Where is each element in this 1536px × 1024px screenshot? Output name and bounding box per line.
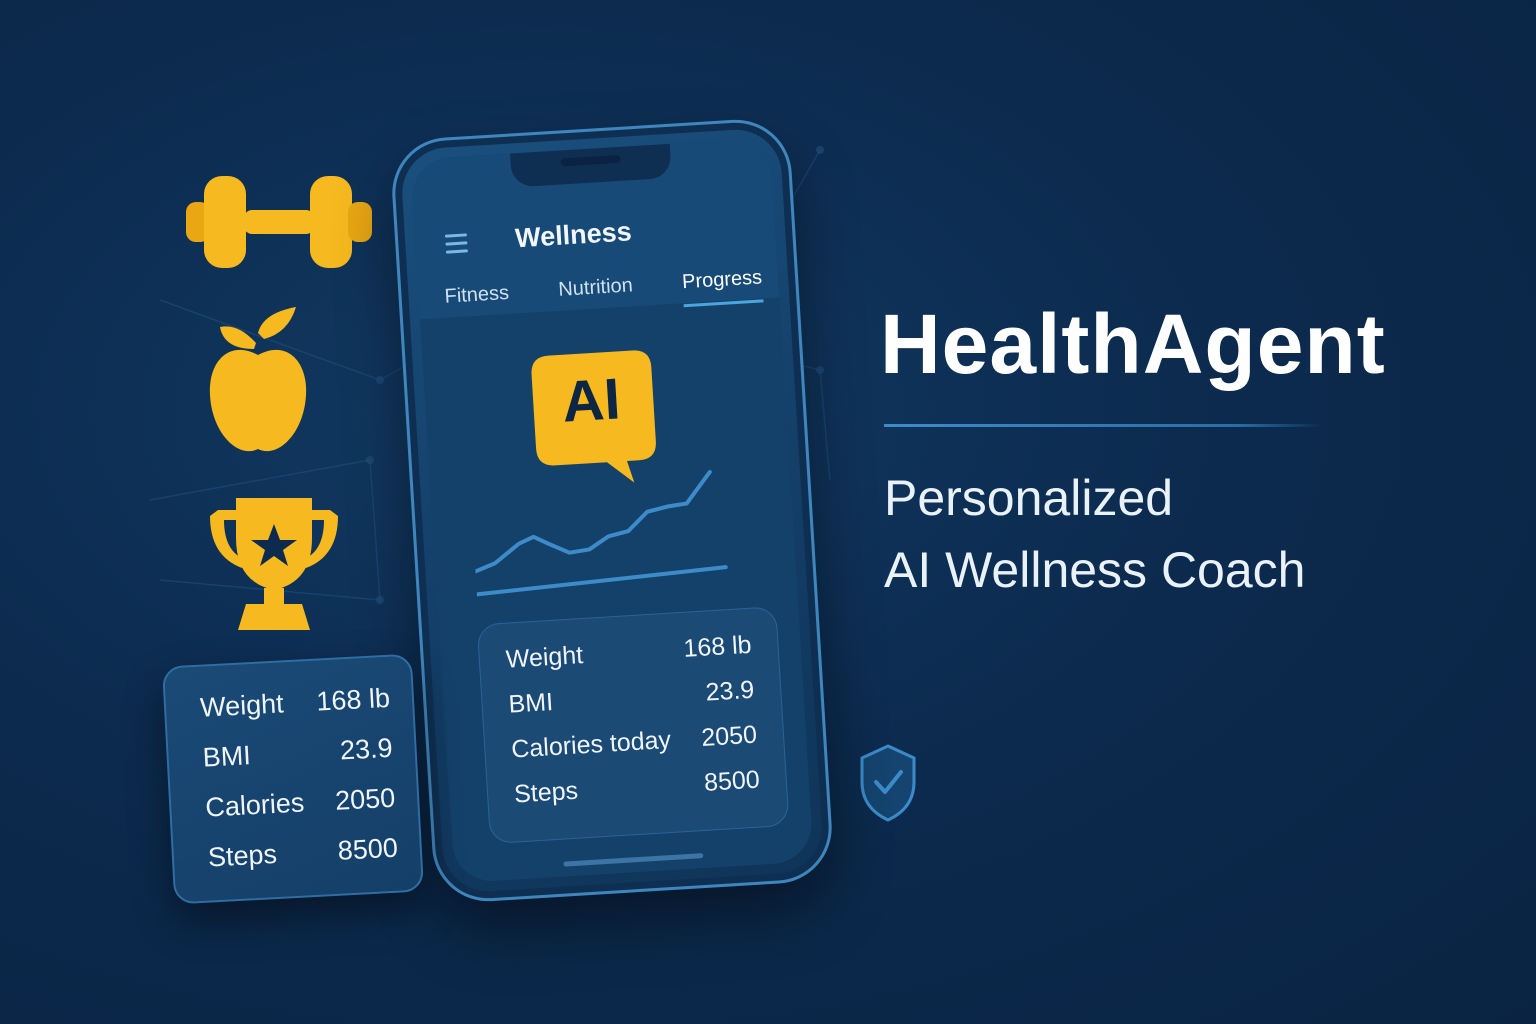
phone-screen: Wellness Fitness Nutrition Progress AI W… <box>410 137 814 884</box>
chart-baseline <box>474 565 728 597</box>
ai-badge-label: AI <box>560 366 623 435</box>
tab-fitness[interactable]: Fitness <box>444 282 511 322</box>
card-stat-value: 168 lb <box>315 682 391 717</box>
stat-label: BMI <box>507 687 554 719</box>
brand-divider <box>884 424 1324 427</box>
stats-panel: Weight 168 lb BMI 23.9 Calories today 20… <box>476 606 790 845</box>
card-row-steps: Steps 8500 <box>207 833 399 893</box>
trophy-icon <box>210 498 338 630</box>
stat-label: Weight <box>505 641 584 674</box>
card-stat-value: 2050 <box>334 782 396 816</box>
app-title: Wellness <box>514 216 633 254</box>
tagline-line-2: AI Wellness Coach <box>884 542 1306 598</box>
card-stat-label: BMI <box>201 740 252 773</box>
card-stat-value: 8500 <box>336 832 399 866</box>
brand-tagline: Personalized AI Wellness Coach <box>884 462 1305 606</box>
card-stat-label: Calories <box>204 787 306 823</box>
progress-trend-chart <box>473 469 728 597</box>
floating-stats-card: Weight 168 lb BMI 23.9 Calories 2050 Ste… <box>161 653 425 905</box>
apple-icon <box>209 307 307 452</box>
brand-title: HealthAgent <box>880 297 1386 391</box>
trend-line <box>473 469 712 574</box>
stat-value: 8500 <box>703 765 761 797</box>
stat-value: 23.9 <box>704 675 756 707</box>
stat-label: Steps <box>513 776 579 809</box>
phone-mockup: Wellness Fitness Nutrition Progress AI W… <box>389 116 835 905</box>
tagline-line-1: Personalized <box>884 470 1174 526</box>
home-indicator[interactable] <box>563 853 704 867</box>
card-stat-label: Steps <box>207 838 278 873</box>
dumbbell-icon <box>186 176 372 268</box>
stat-value: 168 lb <box>682 630 753 663</box>
tab-bar: Fitness Nutrition Progress <box>444 266 764 321</box>
card-stat-value: 23.9 <box>339 732 394 766</box>
tab-nutrition[interactable]: Nutrition <box>558 274 635 314</box>
shield-check-icon <box>860 744 916 822</box>
card-stat-label: Weight <box>199 688 285 723</box>
stat-value: 2050 <box>700 720 758 752</box>
tab-progress[interactable]: Progress <box>681 266 764 308</box>
menu-icon[interactable] <box>444 233 468 254</box>
